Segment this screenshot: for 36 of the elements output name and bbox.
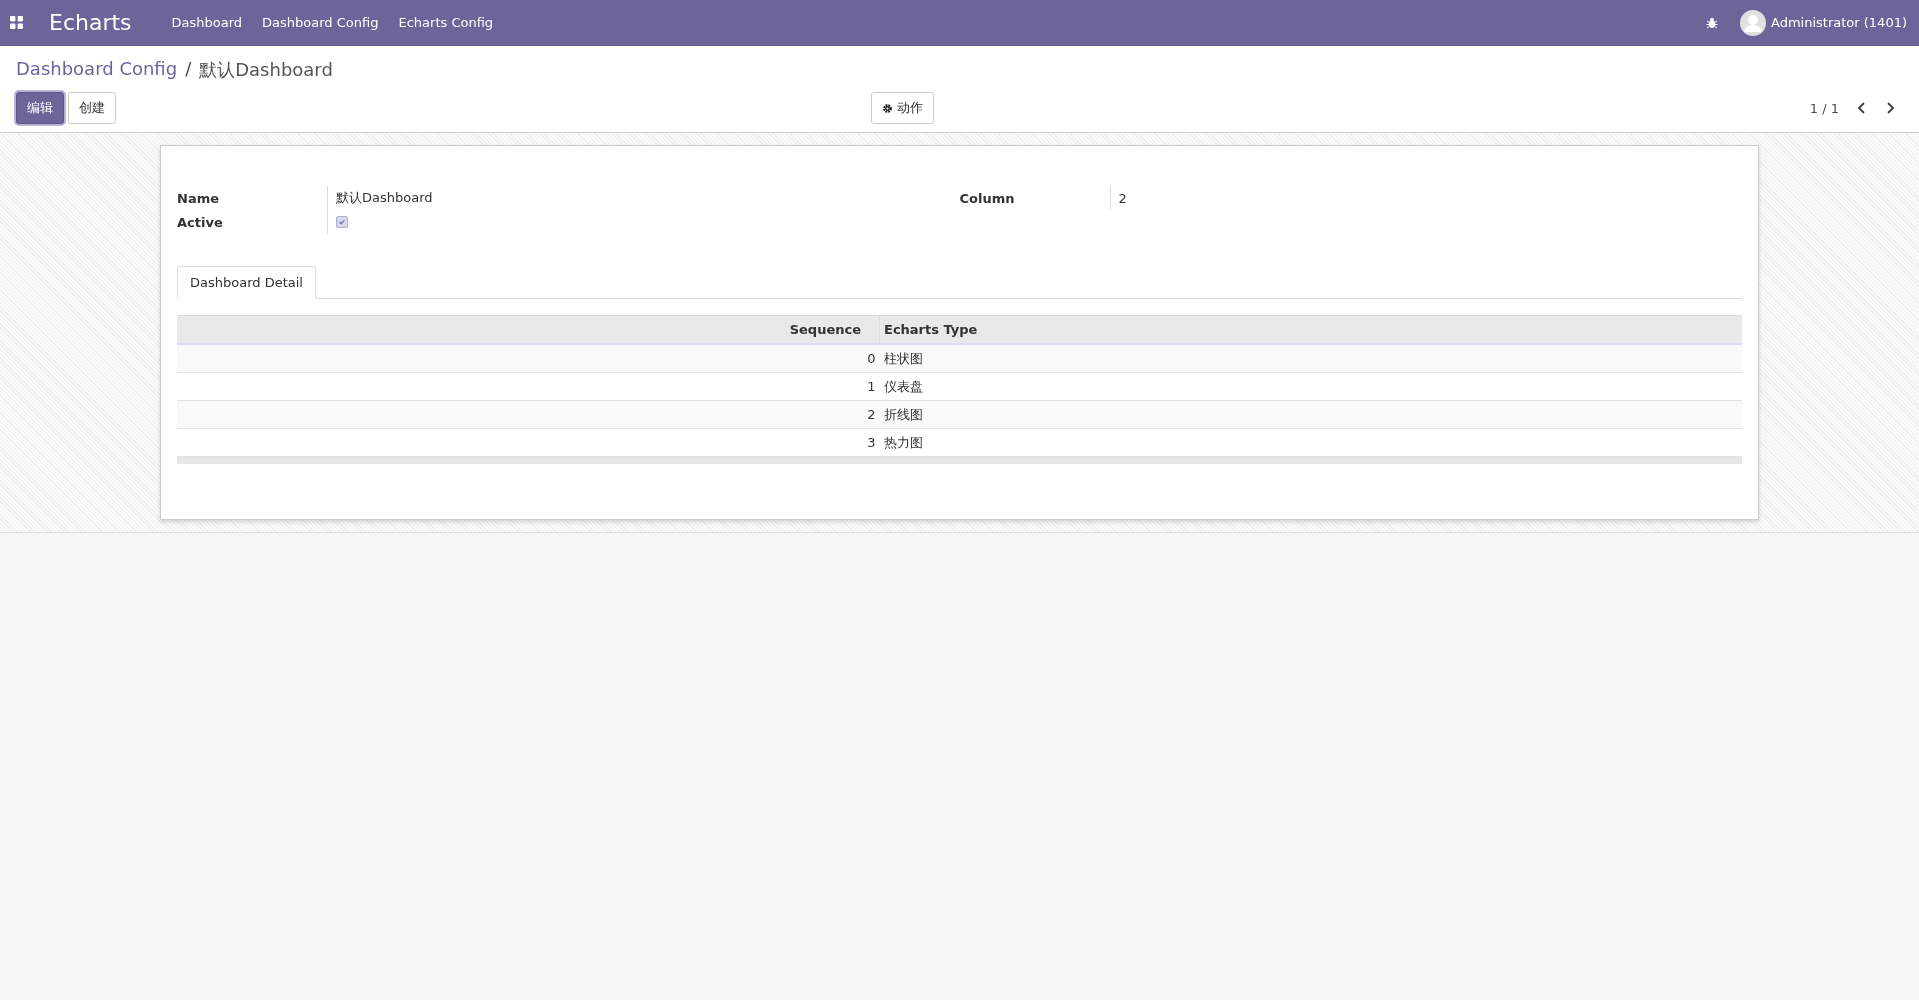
- app-title: Echarts: [49, 10, 132, 35]
- edit-button[interactable]: 编辑: [16, 92, 64, 124]
- active-checkbox[interactable]: [336, 216, 348, 228]
- table-cell: 仪表盘: [879, 372, 1742, 401]
- field-value: 默认Dashboard: [327, 186, 433, 210]
- table-cell: 3: [177, 428, 880, 457]
- breadcrumb-link[interactable]: Dashboard Config: [16, 58, 178, 82]
- pager-counter: 1 / 1: [1809, 100, 1839, 116]
- checkmark-icon: [338, 218, 346, 226]
- breadcrumb-current: 默认Dashboard: [199, 58, 333, 82]
- field-label: Active: [177, 214, 224, 230]
- field-label: Name: [177, 190, 220, 206]
- menu-item[interactable]: Echarts Config: [398, 15, 494, 30]
- table-cell: 0: [177, 344, 880, 373]
- table-cell: 柱状图: [879, 344, 1742, 373]
- field-label: Column: [959, 190, 1016, 206]
- create-button[interactable]: 创建: [68, 92, 116, 124]
- table-cell: 热力图: [879, 428, 1742, 457]
- table-cell: 折线图: [879, 400, 1742, 429]
- column-header[interactable]: Echarts Type: [879, 315, 1742, 344]
- column-header[interactable]: Sequence: [177, 315, 880, 344]
- chevron-left-icon[interactable]: [1857, 102, 1867, 114]
- menu-item[interactable]: Dashboard: [171, 15, 243, 30]
- user-name[interactable]: Administrator (1401): [1771, 15, 1907, 30]
- apps-grid-icon[interactable]: [10, 16, 23, 29]
- breadcrumb-separator: /: [185, 58, 192, 81]
- chevron-right-icon[interactable]: [1885, 102, 1895, 114]
- table-cell: 1: [177, 372, 880, 401]
- bug-icon[interactable]: [1706, 16, 1718, 29]
- table-cell: 2: [177, 400, 880, 429]
- menu-item[interactable]: Dashboard Config: [262, 15, 379, 30]
- tab[interactable]: Dashboard Detail: [177, 266, 316, 299]
- avatar-icon[interactable]: [1740, 9, 1766, 36]
- gear-icon: [882, 102, 893, 114]
- field-value: 2: [1109, 186, 1127, 210]
- action-button[interactable]: 动作: [871, 92, 934, 124]
